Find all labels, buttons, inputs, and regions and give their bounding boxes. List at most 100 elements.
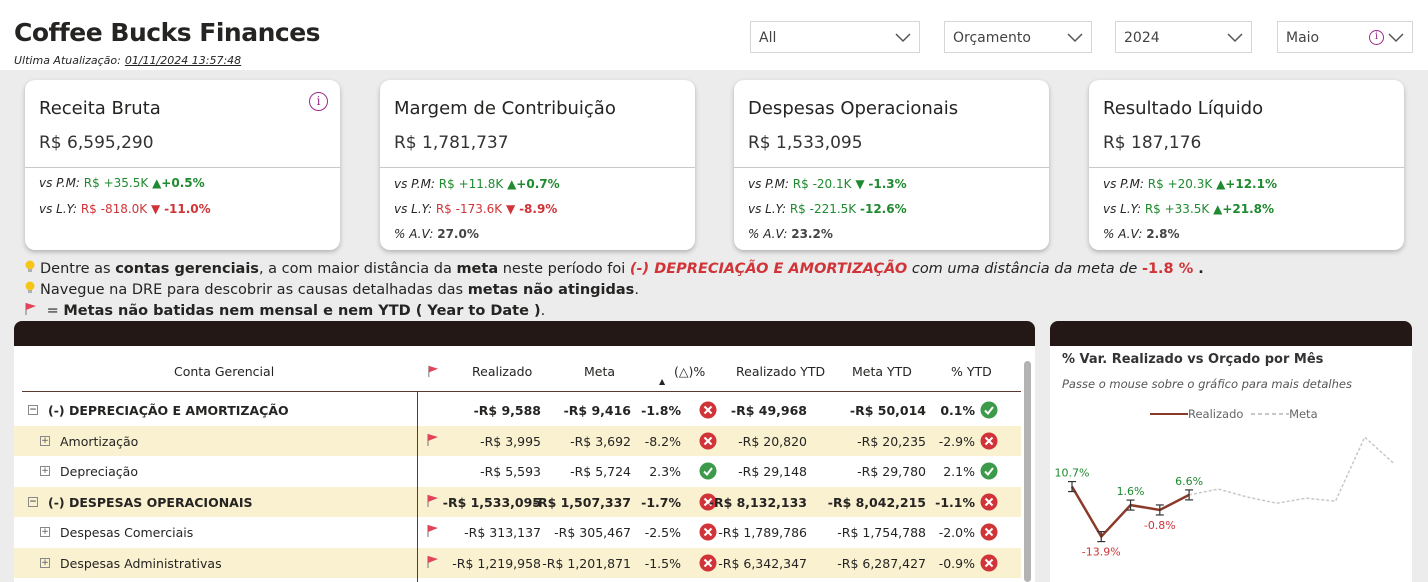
kpi-vs-ly-label: vs L.Y: xyxy=(748,202,786,216)
row-realizado-ytd: -R$ 8,132,133 xyxy=(708,494,807,510)
row-account-name: (-) DESPESAS OPERACIONAIS xyxy=(48,494,253,510)
row-meta-ytd: -R$ 1,754,788 xyxy=(837,525,926,541)
row-meta-ytd: -R$ 20,235 xyxy=(857,433,926,449)
row-meta: -R$ 9,416 xyxy=(563,403,631,418)
row-realizado: -R$ 9,588 xyxy=(473,403,541,418)
kpi-divider xyxy=(734,167,1049,168)
kpi-card-margem-contribuicao[interactable]: Margem de Contribuição R$ 1,781,737 vs P… xyxy=(380,80,695,250)
check-circle-icon xyxy=(980,462,998,480)
panel-header-bar xyxy=(14,321,1035,346)
col-header-conta[interactable]: Conta Gerencial xyxy=(174,364,274,379)
check-circle-icon xyxy=(980,401,998,419)
kpi-av: % A.V: 27.0% xyxy=(394,227,479,241)
kpi-title: Receita Bruta xyxy=(39,98,161,119)
info-icon[interactable]: i xyxy=(309,92,328,111)
row-realizado: -R$ 5,593 xyxy=(480,464,541,480)
table-row[interactable]: − (-) DESPESAS OPERACIONAIS -R$ 1,533,095 -… xyxy=(14,486,1021,517)
expand-icon[interactable]: + xyxy=(40,527,50,538)
slicer-month-value: Maio xyxy=(1286,30,1320,46)
x-circle-icon xyxy=(980,493,998,511)
slicer-company-value: All xyxy=(759,30,777,46)
kpi-title: Resultado Líquido xyxy=(1103,98,1264,119)
sort-asc-icon[interactable]: ▲ xyxy=(659,377,665,386)
row-realizado-ytd: -R$ 49,968 xyxy=(730,403,807,418)
data-label: 6.6% xyxy=(1175,475,1203,488)
kpi-vs-pm-label: vs P.M: xyxy=(748,177,789,191)
kpi-title: Margem de Contribuição xyxy=(394,98,616,119)
kpi-vs-pm-pct: +0.7% xyxy=(516,177,560,191)
slicer-month[interactable]: Maio i xyxy=(1277,21,1413,53)
expand-icon[interactable]: + xyxy=(40,466,50,477)
insight-text: . xyxy=(1193,261,1204,277)
vertical-scrollbar[interactable] xyxy=(1024,361,1031,582)
row-realizado-ytd: -R$ 20,820 xyxy=(738,433,807,449)
col-header-pct-ytd[interactable]: % YTD xyxy=(951,364,992,379)
col-header-realizado[interactable]: Realizado xyxy=(472,364,532,379)
info-icon[interactable]: i xyxy=(1369,30,1384,45)
row-meta-ytd: -R$ 8,042,215 xyxy=(827,494,926,510)
insight-line-3: = Metas não batidas nem mensal e nem YTD… xyxy=(24,301,1204,322)
collapse-icon[interactable]: − xyxy=(28,405,38,415)
row-realizado: -R$ 3,995 xyxy=(480,433,541,449)
kpi-card-despesas-operacionais[interactable]: Despesas Operacionais R$ 1,533,095 vs P.… xyxy=(734,80,1049,250)
collapse-icon[interactable]: − xyxy=(28,496,38,507)
kpi-vs-pm-pct: +0.5% xyxy=(161,176,205,190)
slicer-year[interactable]: 2024 xyxy=(1115,21,1252,53)
col-header-meta-ytd[interactable]: Meta YTD xyxy=(852,364,912,379)
legend-realizado-label: Realizado xyxy=(1188,407,1244,421)
flag-icon[interactable] xyxy=(427,365,440,378)
insight-text: Navegue na DRE para descobrir as causas … xyxy=(40,282,468,298)
row-meta-ytd: -R$ 29,780 xyxy=(857,464,926,480)
kpi-title: Despesas Operacionais xyxy=(748,98,959,119)
row-pct-ytd: -2.0% xyxy=(938,525,975,541)
kpi-vs-pm-label: vs P.M: xyxy=(39,176,80,190)
row-pct-ytd: 0.1% xyxy=(940,403,975,418)
expand-icon[interactable]: + xyxy=(40,558,50,568)
data-label: -0.8% xyxy=(1144,519,1176,532)
flag-icon xyxy=(426,433,440,447)
lightbulb-icon xyxy=(25,260,35,272)
monthly-variance-chart[interactable]: % Var. Realizado vs Orçado por Mês Passe… xyxy=(1050,321,1412,582)
slicer-scenario-value: Orçamento xyxy=(953,30,1031,46)
kpi-av-value: 23.2% xyxy=(791,227,833,241)
table-row[interactable]: + Amortização -R$ 3,995 -R$ 3,692 -8.2% -R$ 2… xyxy=(14,425,1021,456)
row-realizado-ytd: -R$ 29,148 xyxy=(738,464,807,480)
data-label: 1.6% xyxy=(1117,485,1145,498)
kpi-av-value: 2.8% xyxy=(1146,227,1180,241)
x-circle-icon xyxy=(980,554,998,572)
slicer-company[interactable]: All xyxy=(750,21,920,53)
kpi-value: R$ 187,176 xyxy=(1103,133,1202,153)
row-account-name: Despesas Comerciais xyxy=(60,525,194,541)
table-row[interactable]: + Despesas Comerciais -R$ 313,137 -R$ 305,4… xyxy=(14,517,1021,547)
kpi-vs-ly-pct: -11.0% xyxy=(164,202,211,216)
kpi-divider xyxy=(25,167,340,168)
slicer-year-value: 2024 xyxy=(1124,30,1160,46)
kpi-av: % A.V: 2.8% xyxy=(1103,227,1180,241)
kpi-card-resultado-liquido[interactable]: Resultado Líquido R$ 187,176 vs P.M: R$ … xyxy=(1089,80,1404,250)
kpi-vs-pm-value: R$ +11.8K xyxy=(438,177,504,191)
table-row[interactable]: − (-) DEPRECIAÇÃO E AMORTIZAÇÃO -R$ 9,588 -… xyxy=(14,395,1021,425)
table-row[interactable]: + Despesas Administrativas -R$ 1,219,958 -R… xyxy=(14,548,1021,578)
row-meta: -R$ 1,201,871 xyxy=(542,556,631,571)
expand-icon[interactable]: + xyxy=(40,435,50,446)
kpi-vs-ly-label: vs L.Y: xyxy=(1103,202,1141,216)
line-chart[interactable]: 10.7% -13.9% 1.6% -0.8% 6.6% xyxy=(1050,421,1412,582)
meta-series-line xyxy=(1188,435,1395,505)
col-header-delta[interactable]: (△)% xyxy=(674,364,705,379)
check-circle-icon xyxy=(699,462,717,480)
kpi-card-receita-bruta[interactable]: Receita Bruta i R$ 6,595,290 vs P.M: R$ … xyxy=(25,80,340,250)
table-row[interactable]: + Depreciação -R$ 5,593 -R$ 5,724 2.3% -R$ 29… xyxy=(14,456,1021,486)
x-circle-icon xyxy=(980,523,998,541)
row-realizado: -R$ 1,533,095 xyxy=(442,494,541,510)
row-delta: -1.7% xyxy=(641,494,681,510)
kpi-vs-ly-pct: -12.6% xyxy=(860,202,907,216)
slicer-scenario[interactable]: Orçamento xyxy=(944,21,1092,53)
dre-table-panel[interactable]: Conta Gerencial Realizado Meta (△)% ▲ Re… xyxy=(14,321,1035,582)
row-account-name: (-) DEPRECIAÇÃO E AMORTIZAÇÃO xyxy=(48,403,289,418)
last-updated: Ultima Atualização: 01/11/2024 13:57:48 xyxy=(14,54,241,67)
col-header-meta[interactable]: Meta xyxy=(584,364,615,379)
kpi-av-label: % A.V: xyxy=(748,227,788,241)
kpi-vs-pm-label: vs P.M: xyxy=(394,177,435,191)
kpi-vs-ly-label: vs L.Y: xyxy=(394,202,432,216)
col-header-realizado-ytd[interactable]: Realizado YTD xyxy=(736,364,825,379)
